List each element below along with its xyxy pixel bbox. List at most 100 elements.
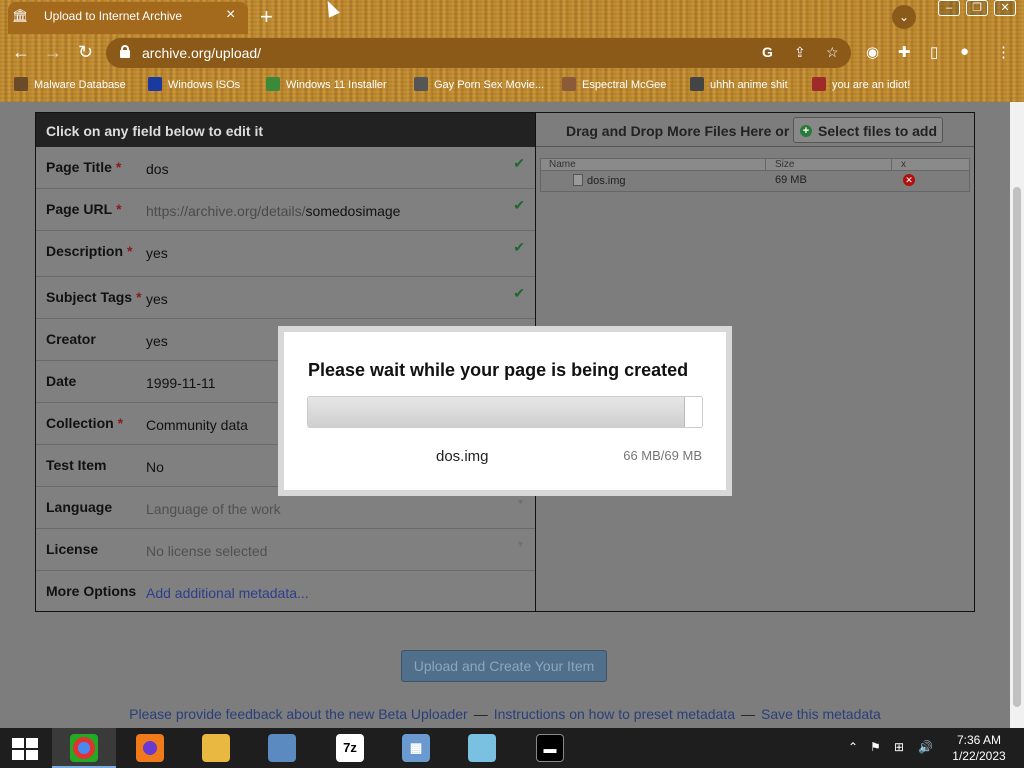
- field-label: Creator: [46, 331, 96, 347]
- archive-favicon-icon: 🏛: [12, 8, 29, 23]
- field-value[interactable]: Language of the work: [146, 501, 281, 517]
- field-value[interactable]: 1999-11-11: [146, 375, 216, 391]
- restore-icon[interactable]: ❐: [966, 0, 988, 16]
- taskbar-chrome[interactable]: [52, 728, 116, 768]
- upload-button[interactable]: Upload and Create Your Item: [401, 650, 607, 682]
- field-value[interactable]: yes: [146, 333, 168, 349]
- bookmark-star-icon[interactable]: ☆: [826, 44, 839, 61]
- field-value[interactable]: yes: [146, 291, 168, 307]
- progress-file-name: dos.img: [436, 448, 489, 465]
- field-value[interactable]: No license selected: [146, 543, 267, 559]
- forward-icon[interactable]: →: [44, 42, 62, 63]
- file-name: dos.img: [573, 174, 626, 187]
- feedback-link[interactable]: Please provide feedback about the new Be…: [129, 706, 468, 722]
- check-icon: ✔: [513, 155, 525, 171]
- tab-title: Upload to Internet Archive: [44, 9, 183, 23]
- bookmark-malware-database[interactable]: Malware Database: [14, 77, 126, 91]
- reload-icon[interactable]: ↻: [78, 42, 93, 63]
- field-label: Description *: [46, 243, 133, 259]
- add-metadata-link[interactable]: Add additional metadata...: [146, 585, 309, 601]
- field-label: License: [46, 541, 99, 557]
- bookmark-idiot[interactable]: you are an idiot!: [812, 77, 910, 91]
- save-metadata-link[interactable]: Save this metadata: [761, 706, 881, 722]
- field-label: Date: [46, 373, 77, 389]
- column-size: Size: [775, 159, 795, 170]
- bookmark-anime[interactable]: uhhh anime shit: [690, 77, 788, 91]
- instructions-link[interactable]: Instructions on how to preset metadata: [494, 706, 735, 722]
- drop-header: Drag and Drop More Files Here or + Selec…: [536, 113, 974, 147]
- close-window-icon[interactable]: ✕: [994, 0, 1016, 16]
- share-icon[interactable]: ⇪: [794, 44, 806, 61]
- volume-icon[interactable]: 🔊: [918, 740, 933, 754]
- field-value[interactable]: dos: [146, 161, 169, 177]
- start-button[interactable]: [0, 728, 50, 768]
- taskbar-network-tool[interactable]: [250, 728, 314, 768]
- minimize-icon[interactable]: –: [938, 0, 960, 16]
- menu-icon[interactable]: ⋮: [996, 43, 1011, 61]
- sidepanel-icon[interactable]: ▯: [930, 43, 938, 61]
- page-scrollbar[interactable]: [1010, 102, 1024, 728]
- taskbar-file-explorer[interactable]: [184, 728, 248, 768]
- plus-icon: +: [800, 125, 812, 137]
- show-hidden-icons-icon[interactable]: ⌃: [848, 740, 858, 754]
- field-value[interactable]: yes: [146, 245, 168, 261]
- taskbar-command-prompt[interactable]: ▬: [518, 728, 582, 768]
- google-icon[interactable]: G: [762, 44, 773, 60]
- field-value[interactable]: No: [146, 459, 164, 475]
- bookmark-espectral-mcgee[interactable]: Espectral McGee: [562, 77, 666, 91]
- drop-text: Drag and Drop More Files Here or: [566, 123, 790, 139]
- field-page-url[interactable]: Page URL * https://archive.org/details/so…: [36, 189, 535, 231]
- file-size: 69 MB: [775, 174, 807, 186]
- movie-bookmark-icon: [414, 77, 428, 91]
- check-icon: ✔: [513, 197, 525, 213]
- field-subject-tags[interactable]: Subject Tags * yes ✔: [36, 277, 535, 319]
- screen: 🏛 Upload to Internet Archive × + ⌄ – ❐ ✕…: [0, 0, 1024, 768]
- remove-file-icon[interactable]: ✕: [903, 174, 915, 186]
- address-bar[interactable]: archive.org/upload/ G ⇪ ☆: [106, 38, 851, 68]
- clock[interactable]: 7:36 AM 1/22/2023: [944, 732, 1014, 764]
- field-label: More Options: [46, 583, 137, 599]
- installer-bookmark-icon: [266, 77, 280, 91]
- taskbar-firefox[interactable]: [118, 728, 182, 768]
- profile-icon[interactable]: ●: [960, 43, 969, 60]
- bookmark-windows-isos[interactable]: Windows ISOs: [148, 77, 240, 91]
- bookmarks-bar: Malware Database Windows ISOs Windows 11…: [0, 72, 1024, 98]
- 7zip-icon: 7z: [336, 734, 364, 762]
- extension-flag-icon[interactable]: ◉: [866, 43, 879, 61]
- tab-close-icon[interactable]: ×: [226, 6, 235, 24]
- field-page-title[interactable]: Page Title * dos ✔: [36, 147, 535, 189]
- dialog-title: Please wait while your page is being cre…: [308, 360, 689, 380]
- tab-search-icon[interactable]: ⌄: [892, 5, 916, 29]
- table-header: Name Size x: [541, 159, 969, 171]
- puzzle-icon[interactable]: ✚: [898, 43, 911, 61]
- taskbar-calculator[interactable]: ▦: [384, 728, 448, 768]
- back-icon[interactable]: ←: [12, 42, 30, 63]
- field-more-options: More Options Add additional metadata...: [36, 571, 535, 613]
- footer-links: Please provide feedback about the new Be…: [129, 706, 881, 722]
- field-value[interactable]: Community data: [146, 417, 248, 433]
- field-license[interactable]: License No license selected ▾: [36, 529, 535, 571]
- field-description[interactable]: Description * yes ✔: [36, 231, 535, 277]
- action-flag-icon[interactable]: ⚑: [870, 740, 881, 754]
- chevron-down-icon[interactable]: ▾: [518, 539, 523, 550]
- new-tab-button[interactable]: +: [260, 4, 273, 30]
- bookmark-windows-11-installer[interactable]: Windows 11 Installer: [266, 77, 387, 91]
- column-name: Name: [549, 159, 576, 170]
- taskbar-7zip[interactable]: 7z: [318, 728, 382, 768]
- scroll-thumb[interactable]: [1013, 187, 1021, 707]
- bookmark-movie[interactable]: Gay Porn Sex Movie...: [414, 77, 544, 91]
- table-row: dos.img 69 MB ✕: [541, 171, 969, 191]
- field-label: Collection *: [46, 415, 124, 431]
- network-icon[interactable]: ⊞: [894, 740, 904, 754]
- progress-dialog: Please wait while your page is being cre…: [278, 326, 732, 496]
- chevron-down-icon[interactable]: ▾: [518, 497, 523, 508]
- select-files-button[interactable]: + Select files to add: [793, 117, 943, 143]
- field-label: Page URL *: [46, 201, 122, 217]
- windows-logo-icon: [12, 738, 38, 760]
- field-label: Subject Tags *: [46, 289, 142, 305]
- espectral-bookmark-icon: [562, 77, 576, 91]
- taskbar-notepad[interactable]: [450, 728, 514, 768]
- file-table: Name Size x dos.img 69 MB ✕: [540, 158, 970, 192]
- field-value[interactable]: https://archive.org/details/somedosimage: [146, 203, 400, 219]
- file-icon: [573, 174, 583, 186]
